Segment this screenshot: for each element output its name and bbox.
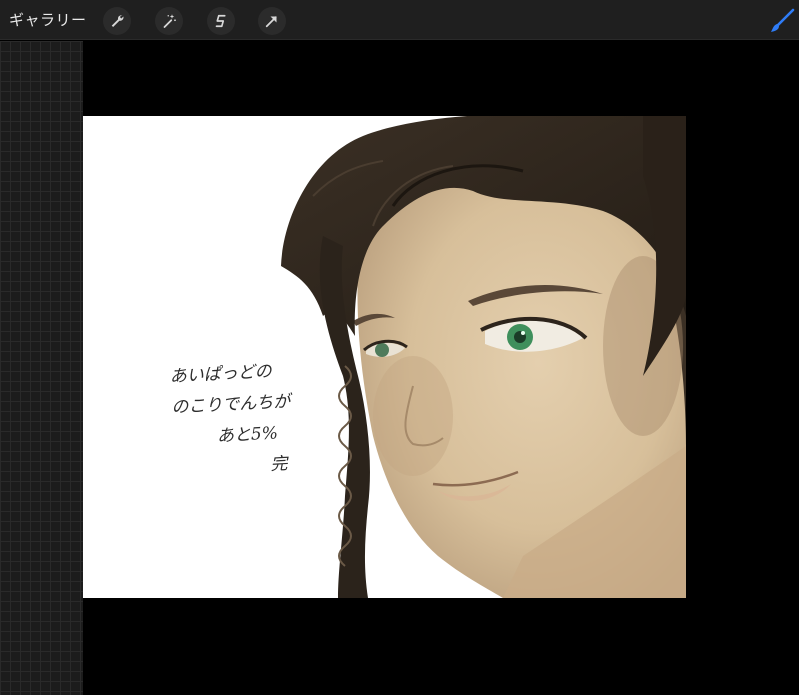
magic-wand-icon — [163, 14, 176, 28]
brush-button[interactable] — [769, 8, 795, 34]
brush-icon — [771, 8, 795, 32]
actions-button[interactable] — [103, 7, 131, 35]
top-toolbar: ギャラリー — [0, 0, 799, 40]
selection-s-icon — [215, 14, 226, 28]
handwritten-line: 完 — [269, 453, 289, 475]
selection-button[interactable] — [207, 7, 235, 35]
transform-button[interactable] — [258, 7, 286, 35]
canvas-area[interactable]: あいぱっどの のこりでんちが あと5% 完 — [83, 41, 799, 695]
left-sidebar[interactable] — [0, 41, 83, 695]
handwritten-note: あいぱっどの のこりでんちが あと5% 完 — [169, 354, 325, 486]
adjustments-button[interactable] — [155, 7, 183, 35]
wrench-icon — [111, 15, 124, 27]
arrow-cursor-icon — [265, 16, 277, 28]
gallery-button[interactable]: ギャラリー — [9, 9, 87, 31]
portrait-illustration — [281, 116, 686, 598]
artwork-canvas[interactable]: あいぱっどの のこりでんちが あと5% 完 — [83, 116, 686, 598]
